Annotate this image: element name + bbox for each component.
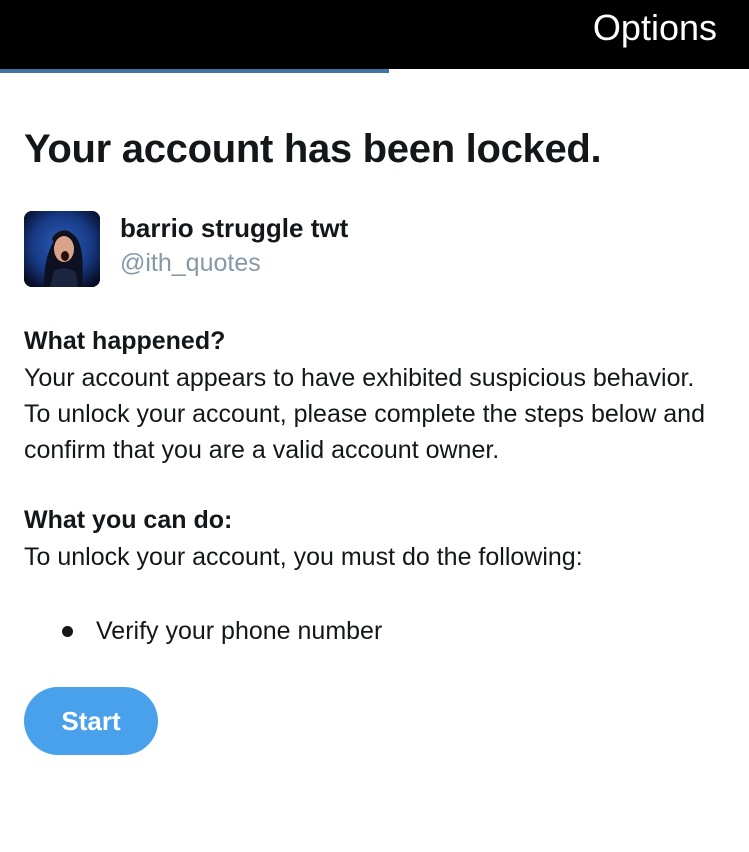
- start-button[interactable]: Start: [24, 687, 158, 755]
- list-item: Verify your phone number: [24, 613, 724, 649]
- account-name: barrio struggle twt: [120, 213, 349, 243]
- bullet-icon: [62, 626, 73, 637]
- top-bar: Options: [0, 0, 749, 72]
- account-handle: @ith_quotes: [120, 249, 261, 277]
- what-you-can-do-heading: What you can do:: [24, 506, 233, 534]
- what-happened-text: Your account appears to have exhibited s…: [24, 364, 705, 464]
- steps-list: Verify your phone number: [24, 613, 724, 649]
- options-button[interactable]: Options: [593, 8, 717, 48]
- what-happened-heading: What happened?: [24, 327, 226, 355]
- what-you-can-do-text: To unlock your account, you must do the …: [24, 543, 583, 571]
- page-title: Your account has been locked.: [24, 127, 602, 171]
- main-content: Your account has been locked. barrio str…: [24, 73, 724, 755]
- avatar: [24, 211, 100, 287]
- account-card: barrio struggle twt @ith_quotes: [24, 211, 724, 287]
- step-label: Verify your phone number: [96, 617, 383, 645]
